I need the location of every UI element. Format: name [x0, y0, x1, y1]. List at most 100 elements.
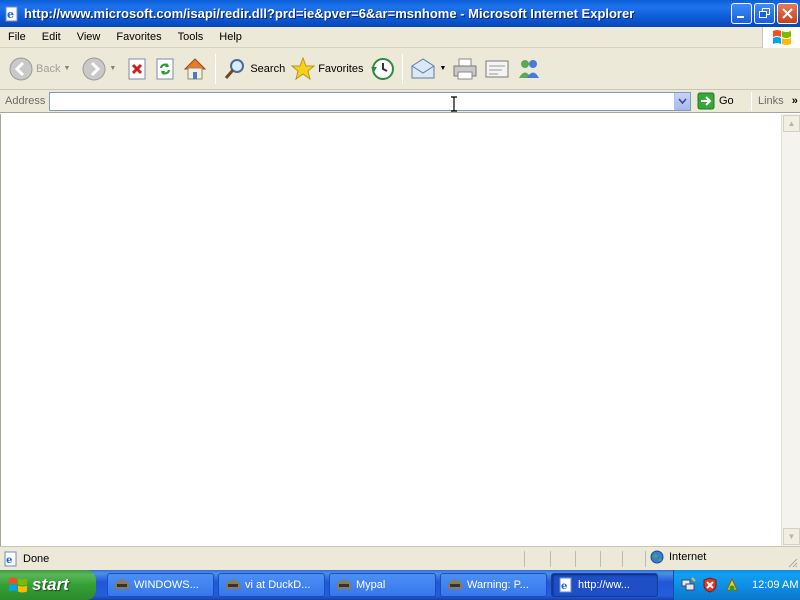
page-content[interactable]: [0, 114, 781, 546]
windows-flag-icon: [9, 577, 27, 593]
edit-icon: [485, 60, 509, 77]
messenger-button[interactable]: [513, 51, 545, 87]
search-label: Search: [250, 62, 286, 75]
home-button[interactable]: [179, 51, 211, 87]
taskbar-item[interactable]: Mypal: [329, 573, 436, 597]
mail-button[interactable]: ▼: [407, 51, 449, 87]
scroll-up-button[interactable]: ▲: [783, 115, 800, 132]
windows-flag-logo: [762, 27, 800, 48]
taskbar-item[interactable]: WINDOWS...: [107, 573, 214, 597]
taskbar-item-label: WINDOWS...: [134, 579, 199, 591]
globe-icon: [650, 550, 664, 564]
menu-favorites[interactable]: Favorites: [108, 28, 169, 47]
minimize-button[interactable]: [731, 3, 752, 24]
svg-text:e: e: [7, 8, 14, 21]
toolbar-separator: [215, 53, 217, 84]
status-pane: [575, 551, 576, 567]
print-button[interactable]: [449, 51, 481, 87]
chevron-down-icon: [678, 98, 687, 104]
standard-toolbar: Back ▼ ▼ Search Favorites ▼: [0, 48, 800, 90]
address-dropdown-button[interactable]: [674, 92, 690, 110]
history-icon: [371, 57, 395, 80]
menu-bar: File Edit View Favorites Tools Help: [0, 27, 800, 48]
start-label: start: [32, 575, 69, 594]
ie-page-icon: e: [559, 577, 572, 593]
mail-dropdown-icon[interactable]: ▼: [439, 65, 446, 72]
app-icon: [448, 579, 462, 589]
stop-button[interactable]: [123, 51, 151, 87]
clock[interactable]: 12:09 AM: [752, 579, 798, 591]
maximize-button[interactable]: [754, 3, 775, 24]
zone-label: Internet: [669, 551, 707, 563]
taskbar-item-label: Mypal: [356, 579, 386, 591]
app-icon: [337, 579, 351, 589]
svg-text:e: e: [561, 581, 567, 592]
status-text: Done: [23, 552, 50, 565]
back-icon: [9, 57, 33, 80]
app-icon: [115, 579, 129, 589]
home-icon: [184, 57, 207, 79]
forward-icon: [82, 57, 106, 80]
taskbar-item-label: Warning: P...: [467, 579, 529, 591]
search-icon: [225, 58, 245, 79]
taskbar: start WINDOWS... vi at DuckD... Mypal Wa…: [0, 570, 800, 600]
security-zone[interactable]: Internet: [650, 550, 706, 564]
taskbar-item-label: vi at DuckD...: [245, 579, 311, 591]
back-button[interactable]: Back ▼: [6, 51, 73, 87]
print-icon: [453, 58, 477, 79]
favorites-label: Favorites: [318, 62, 364, 75]
status-pane: [524, 551, 525, 567]
go-label: Go: [719, 95, 734, 107]
app-icon: [226, 579, 240, 589]
address-bar: Address Go Links »: [0, 90, 800, 113]
go-button[interactable]: Go: [697, 92, 751, 110]
edit-button[interactable]: [481, 51, 513, 87]
system-tray: 12:09 AM: [673, 570, 800, 600]
back-label: Back: [36, 62, 61, 75]
security-alert-icon[interactable]: [702, 577, 718, 593]
links-label[interactable]: Links: [758, 95, 784, 107]
links-separator: [751, 91, 752, 111]
taskbar-item[interactable]: vi at DuckD...: [218, 573, 325, 597]
window-title: http://www.microsoft.com/isapi/redir.dll…: [24, 6, 635, 21]
mail-icon: [411, 57, 435, 78]
resize-grip-icon[interactable]: [786, 556, 798, 568]
status-pane: [600, 551, 601, 567]
go-arrow-icon: [697, 92, 715, 110]
taskbar-item[interactable]: Warning: P...: [440, 573, 547, 597]
vertical-scrollbar[interactable]: ▲ ▼: [781, 114, 800, 546]
address-input[interactable]: [50, 92, 670, 110]
ie-page-icon: e: [5, 6, 18, 21]
forward-button[interactable]: ▼: [79, 51, 119, 87]
page-done-icon: e: [4, 551, 17, 566]
title-bar[interactable]: e http://www.microsoft.com/isapi/redir.d…: [0, 0, 800, 27]
favorites-button[interactable]: Favorites: [288, 51, 366, 87]
scroll-down-button[interactable]: ▼: [783, 528, 800, 545]
menu-file[interactable]: File: [0, 28, 34, 47]
svg-text:e: e: [6, 555, 12, 566]
chevron-right-icon[interactable]: »: [792, 95, 798, 107]
minimize-icon: [737, 16, 744, 18]
forward-dropdown-icon[interactable]: ▼: [109, 65, 116, 72]
text-cursor-icon: [451, 96, 457, 112]
update-icon[interactable]: [724, 577, 740, 593]
close-button[interactable]: [777, 3, 798, 24]
messenger-icon: [519, 59, 540, 78]
refresh-button[interactable]: [151, 51, 179, 87]
search-button[interactable]: Search: [220, 51, 288, 87]
menu-edit[interactable]: Edit: [34, 28, 69, 47]
menu-view[interactable]: View: [69, 28, 109, 47]
status-pane: [645, 551, 646, 567]
history-button[interactable]: [366, 51, 398, 87]
menu-help[interactable]: Help: [211, 28, 250, 47]
taskbar-item-active[interactable]: e http://ww...: [551, 573, 658, 597]
network-icon[interactable]: [680, 577, 696, 593]
back-dropdown-icon[interactable]: ▼: [63, 65, 70, 72]
address-field[interactable]: [49, 91, 691, 111]
refresh-icon: [156, 58, 174, 79]
status-pane: [550, 551, 551, 567]
restore-icon: [759, 8, 770, 18]
start-button[interactable]: start: [0, 570, 96, 600]
stop-icon: [128, 58, 146, 79]
menu-tools[interactable]: Tools: [170, 28, 212, 47]
